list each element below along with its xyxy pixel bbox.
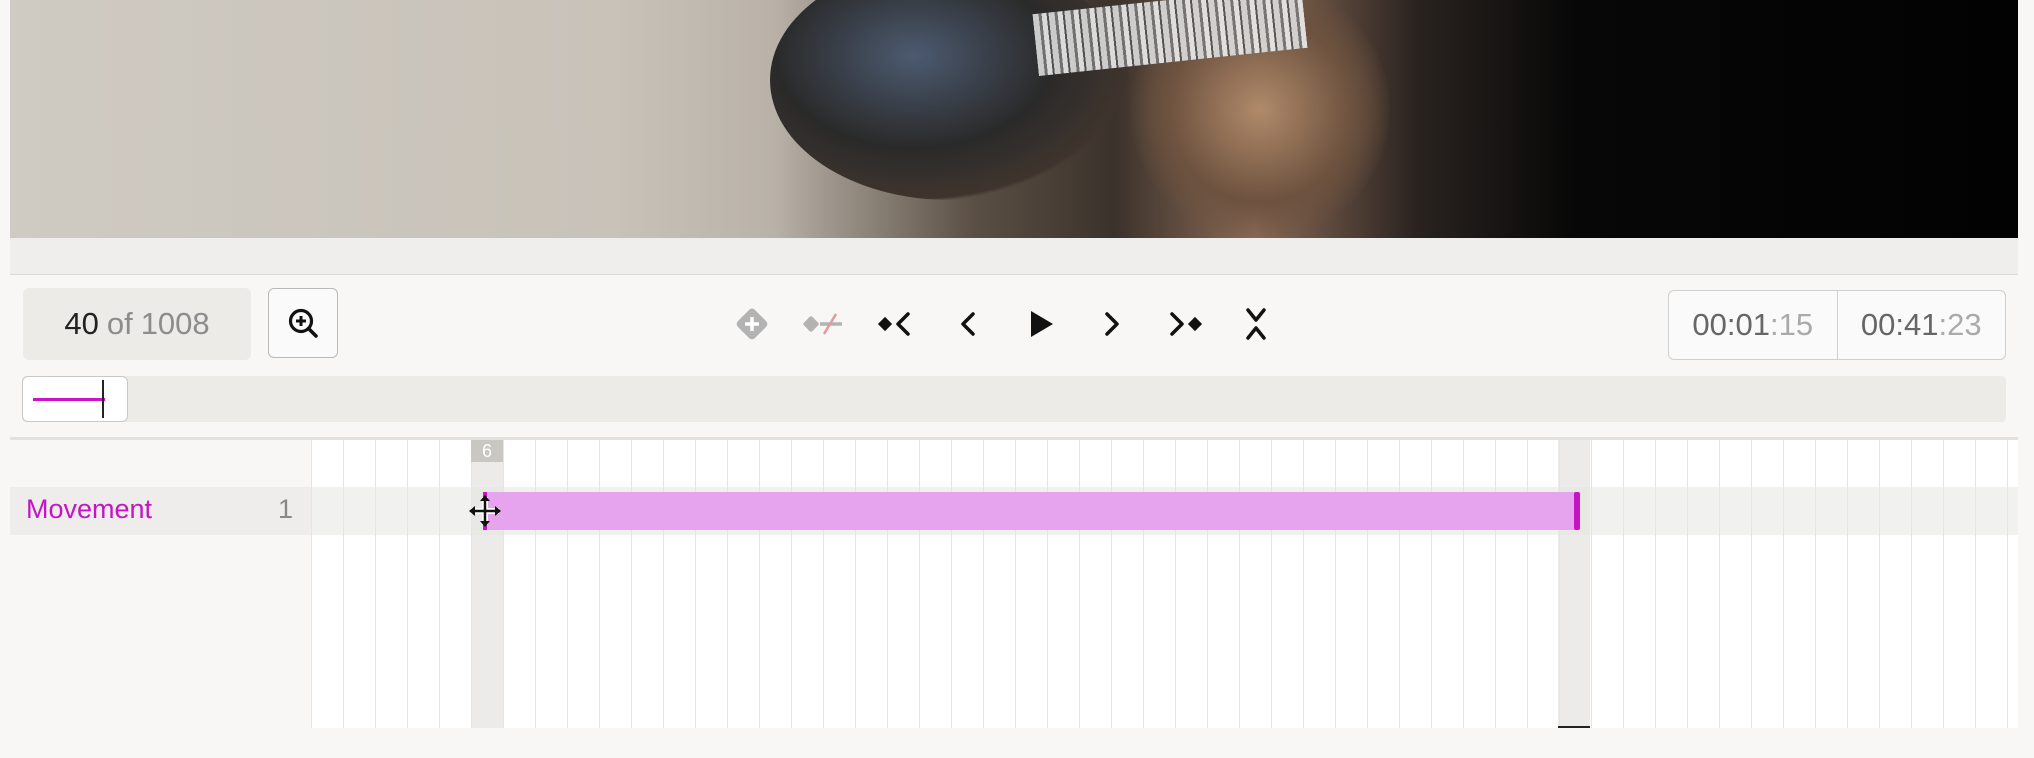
prev-keyframe-icon [877, 312, 910, 336]
timeline-column-line [407, 440, 408, 728]
timeline-column-line [1879, 440, 1880, 728]
timeline-column-line [727, 440, 728, 728]
timeline-column-line [1495, 440, 1496, 728]
frame-highlight-end [1558, 440, 1590, 728]
movement-segment[interactable] [486, 492, 1579, 530]
zoom-scrubber-track[interactable] [22, 376, 2006, 422]
timeline-column-line [1943, 440, 1944, 728]
prev-frame-icon [961, 312, 975, 336]
timeline-column-line [791, 440, 792, 728]
timeline-column-line [1111, 440, 1112, 728]
play-icon [1031, 311, 1053, 337]
remove-keyframe-icon [803, 313, 842, 335]
timeline-column-line [887, 440, 888, 728]
timeline-column-line [823, 440, 824, 728]
timeline-column-line [439, 440, 440, 728]
frame-highlight-start [471, 440, 503, 728]
video-bottom-strip [10, 238, 2018, 275]
collapse-button[interactable] [1228, 296, 1284, 352]
timeline-column-line [2007, 440, 2008, 728]
timeline-column-line [1335, 440, 1336, 728]
timeline-column-line [695, 440, 696, 728]
current-frame: 40 [64, 306, 99, 341]
timeline-column-line [1303, 440, 1304, 728]
next-keyframe-button[interactable] [1156, 296, 1212, 352]
timeline-column-line [1175, 440, 1176, 728]
timeline-column-line [855, 440, 856, 728]
current-time: 00:01:15 [1669, 291, 1837, 359]
timeline-column-line [503, 440, 504, 728]
timeline-column-line [599, 440, 600, 728]
next-frame-icon [1105, 312, 1119, 336]
timeline-column-line [1751, 440, 1752, 728]
keyframe-badge: 6 [471, 440, 503, 462]
timeline-column-line [1815, 440, 1816, 728]
zoom-in-icon [288, 308, 318, 338]
timeline-column-line [1559, 440, 1560, 728]
add-keyframe-button[interactable] [724, 296, 780, 352]
timeline-column-line [311, 440, 312, 728]
current-time-frames: :15 [1769, 307, 1814, 342]
timeline-column-line [1911, 440, 1912, 728]
timeline-column-line [1975, 440, 1976, 728]
timeline-column-line [1719, 440, 1720, 728]
frame-counter: 40 of 1008 [23, 288, 251, 360]
timeline-grid[interactable] [311, 440, 2018, 728]
timeline-column-line [375, 440, 376, 728]
total-time-frames: :23 [1938, 307, 1982, 342]
scrubber-playhead [102, 380, 104, 418]
timeline-column-line [1207, 440, 1208, 728]
track-count: 1 [278, 494, 294, 524]
timeline-column-line [983, 440, 984, 728]
segment-end-handle[interactable] [1574, 492, 1580, 530]
timeline-column-line [663, 440, 664, 728]
timeline-column-line [951, 440, 952, 728]
timeline-column-line [1463, 440, 1464, 728]
timeline-column-line [1239, 440, 1240, 728]
move-cursor-icon [469, 495, 501, 527]
timeline-column-line [1591, 440, 1592, 728]
timeline-column-line [919, 440, 920, 728]
timeline-column-line [1623, 440, 1624, 728]
video-frame [10, 0, 2018, 238]
timeline-column-line [1655, 440, 1656, 728]
total-frames: 1008 [140, 306, 210, 341]
timeline-column-line [1399, 440, 1400, 728]
track-label[interactable]: Movement [26, 494, 152, 525]
timeline-column-line [1783, 440, 1784, 728]
scrubber-track-preview [33, 398, 105, 401]
add-keyframe-icon [736, 308, 768, 340]
prev-frame-button[interactable] [940, 296, 996, 352]
timeline-column-line [1367, 440, 1368, 728]
total-time: 00:41:23 [1836, 291, 2006, 359]
time-display: 00:01:15 00:41:23 [1668, 290, 2006, 360]
timeline-column-line [567, 440, 568, 728]
collapse-icon [1246, 308, 1266, 340]
timeline-column-line [1271, 440, 1272, 728]
frame-of-label: of [106, 306, 133, 341]
timeline-column-line [1431, 440, 1432, 728]
timeline-column-line [535, 440, 536, 728]
timeline-column-line [1847, 440, 1848, 728]
current-time-hms: 00:01 [1692, 307, 1770, 342]
next-frame-button[interactable] [1084, 296, 1140, 352]
timeline-column-line [1079, 440, 1080, 728]
prev-keyframe-button[interactable] [868, 296, 924, 352]
end-marker [1558, 726, 1590, 728]
zoom-scrubber-handle[interactable] [22, 376, 128, 422]
timeline-column-line [471, 440, 472, 728]
play-button[interactable] [1012, 296, 1068, 352]
next-keyframe-icon [1170, 312, 1203, 336]
zoom-button[interactable] [268, 288, 338, 358]
timeline-column-line [1047, 440, 1048, 728]
timeline-column-line [631, 440, 632, 728]
remove-keyframe-button[interactable] [796, 296, 852, 352]
total-time-hms: 00:41 [1860, 307, 1939, 342]
timeline-column-line [1527, 440, 1528, 728]
timeline-column-line [759, 440, 760, 728]
timeline-column-line [1143, 440, 1144, 728]
timeline-column-line [1015, 440, 1016, 728]
timeline-column-line [1687, 440, 1688, 728]
timeline-column-line [343, 440, 344, 728]
